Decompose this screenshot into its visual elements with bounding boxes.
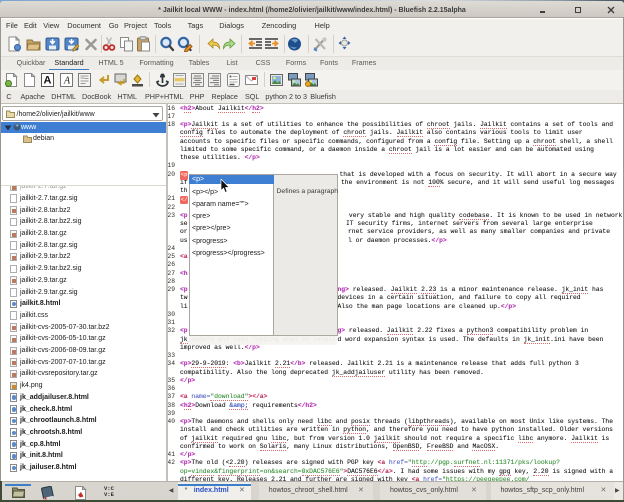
svg-text:A: A xyxy=(62,76,70,87)
svg-text:A: A xyxy=(44,75,52,87)
